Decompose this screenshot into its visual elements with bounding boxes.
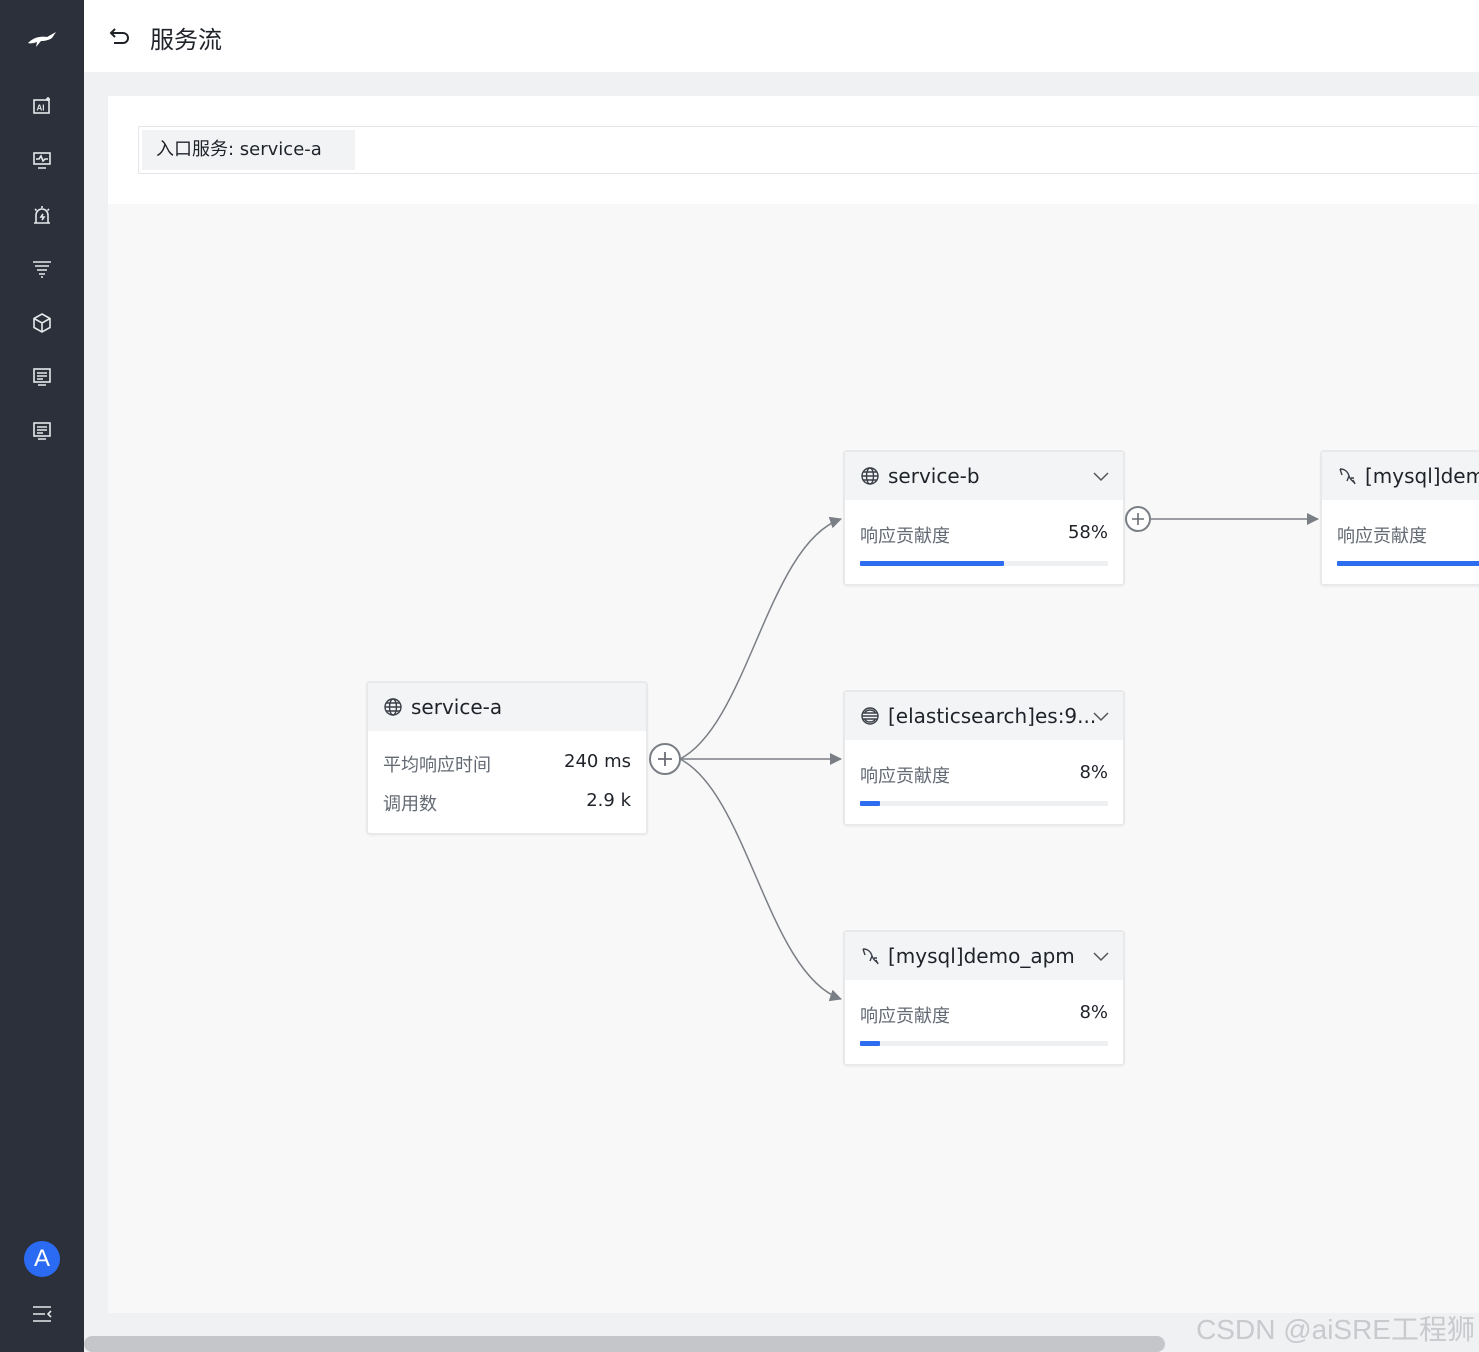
main-panel: 入口服务: service-a service-a 平均响应时间 240 ms … bbox=[108, 96, 1479, 1313]
progress-track bbox=[860, 561, 1108, 566]
metric-label: 调用数 bbox=[383, 794, 437, 815]
chevron-down-icon[interactable] bbox=[1091, 466, 1111, 486]
back-icon[interactable] bbox=[108, 24, 132, 48]
node-service-b[interactable]: service-b 响应贡献度 58% bbox=[843, 450, 1125, 586]
node-header: [mysql]demo bbox=[1322, 452, 1479, 500]
chevron-down-icon[interactable] bbox=[1091, 946, 1111, 966]
progress-track bbox=[860, 1041, 1108, 1046]
metric-label: 响应贡献度 bbox=[860, 766, 950, 787]
metric-row: 响应贡献度 8% bbox=[845, 1002, 1123, 1028]
alarm-icon[interactable] bbox=[27, 200, 57, 230]
node-name: service-b bbox=[888, 464, 980, 488]
report-icon[interactable] bbox=[27, 416, 57, 446]
metric-row: 响应贡献度 bbox=[1322, 522, 1479, 548]
chevron-down-icon[interactable] bbox=[1091, 706, 1111, 726]
node-service-a[interactable]: service-a 平均响应时间 240 ms 调用数 2.9 k bbox=[366, 681, 648, 835]
node-header: service-b bbox=[845, 452, 1123, 500]
progress-fill bbox=[860, 801, 880, 806]
elasticsearch-icon bbox=[860, 706, 880, 726]
horizontal-scrollbar[interactable] bbox=[84, 1336, 1165, 1352]
avatar[interactable]: A bbox=[24, 1241, 60, 1277]
mysql-icon bbox=[1337, 466, 1357, 486]
monitor-icon[interactable] bbox=[27, 145, 57, 175]
metric-row: 响应贡献度 58% bbox=[845, 522, 1123, 548]
node-mysql-demo-apm[interactable]: [mysql]demo_apm 响应贡献度 8% bbox=[843, 930, 1125, 1066]
toolbar: 入口服务: service-a bbox=[138, 126, 1479, 174]
metric-label: 平均响应时间 bbox=[383, 755, 491, 776]
metric-value: 8% bbox=[1079, 762, 1108, 783]
node-mysql-demo[interactable]: [mysql]demo 响应贡献度 bbox=[1320, 450, 1479, 586]
metric-value: 58% bbox=[1067, 522, 1108, 543]
globe-icon bbox=[860, 466, 880, 486]
filter-icon[interactable] bbox=[27, 253, 57, 283]
mysql-icon bbox=[860, 946, 880, 966]
metric-label: 响应贡献度 bbox=[1337, 526, 1427, 547]
entry-service-tag[interactable]: 入口服务: service-a bbox=[142, 130, 355, 170]
sidebar: AI A bbox=[0, 0, 84, 1352]
expand-plus-icon[interactable] bbox=[1125, 506, 1151, 532]
svg-text:AI: AI bbox=[37, 104, 45, 113]
header: 服务流 bbox=[84, 0, 1479, 72]
node-name: [mysql]demo bbox=[1365, 464, 1479, 488]
edge-a-to-b bbox=[679, 516, 842, 760]
progress-track bbox=[1337, 561, 1479, 566]
progress-fill bbox=[1337, 561, 1479, 566]
node-header: service-a bbox=[368, 683, 646, 731]
progress-fill bbox=[860, 1041, 880, 1046]
service-flow-canvas[interactable]: service-a 平均响应时间 240 ms 调用数 2.9 k servic… bbox=[108, 204, 1479, 1313]
metric-value: 2.9 k bbox=[586, 790, 631, 811]
edge-a-to-mysql bbox=[679, 758, 842, 1002]
collapse-menu-icon[interactable] bbox=[29, 1301, 55, 1327]
metric-row: 响应贡献度 8% bbox=[845, 762, 1123, 788]
page-title: 服务流 bbox=[150, 26, 222, 54]
progress-fill bbox=[860, 561, 1004, 566]
cube-icon[interactable] bbox=[27, 308, 57, 338]
metric-label: 响应贡献度 bbox=[860, 526, 950, 547]
globe-icon bbox=[383, 697, 403, 717]
node-name: [elasticsearch]es:9... bbox=[888, 704, 1097, 728]
ai-icon[interactable]: AI bbox=[27, 91, 57, 121]
node-name: [mysql]demo_apm bbox=[888, 944, 1075, 968]
node-name: service-a bbox=[411, 695, 503, 719]
edges-layer bbox=[679, 513, 1319, 1002]
metric-label: 响应贡献度 bbox=[860, 1006, 950, 1027]
log-icon[interactable] bbox=[27, 362, 57, 392]
logo-icon[interactable] bbox=[22, 22, 62, 56]
watermark: CSDN @aiSRE工程狮 bbox=[1196, 1314, 1475, 1345]
metric-value: 8% bbox=[1079, 1002, 1108, 1023]
metric-value: 240 ms bbox=[564, 751, 631, 772]
node-elasticsearch[interactable]: [elasticsearch]es:9... 响应贡献度 8% bbox=[843, 690, 1125, 826]
progress-track bbox=[860, 801, 1108, 806]
node-header: [elasticsearch]es:9... bbox=[845, 692, 1123, 740]
node-header: [mysql]demo_apm bbox=[845, 932, 1123, 980]
avatar-letter: A bbox=[33, 1245, 50, 1272]
metric-row: 平均响应时间 240 ms bbox=[368, 751, 646, 777]
metric-row: 调用数 2.9 k bbox=[368, 790, 646, 816]
expand-plus-icon[interactable] bbox=[649, 743, 681, 775]
